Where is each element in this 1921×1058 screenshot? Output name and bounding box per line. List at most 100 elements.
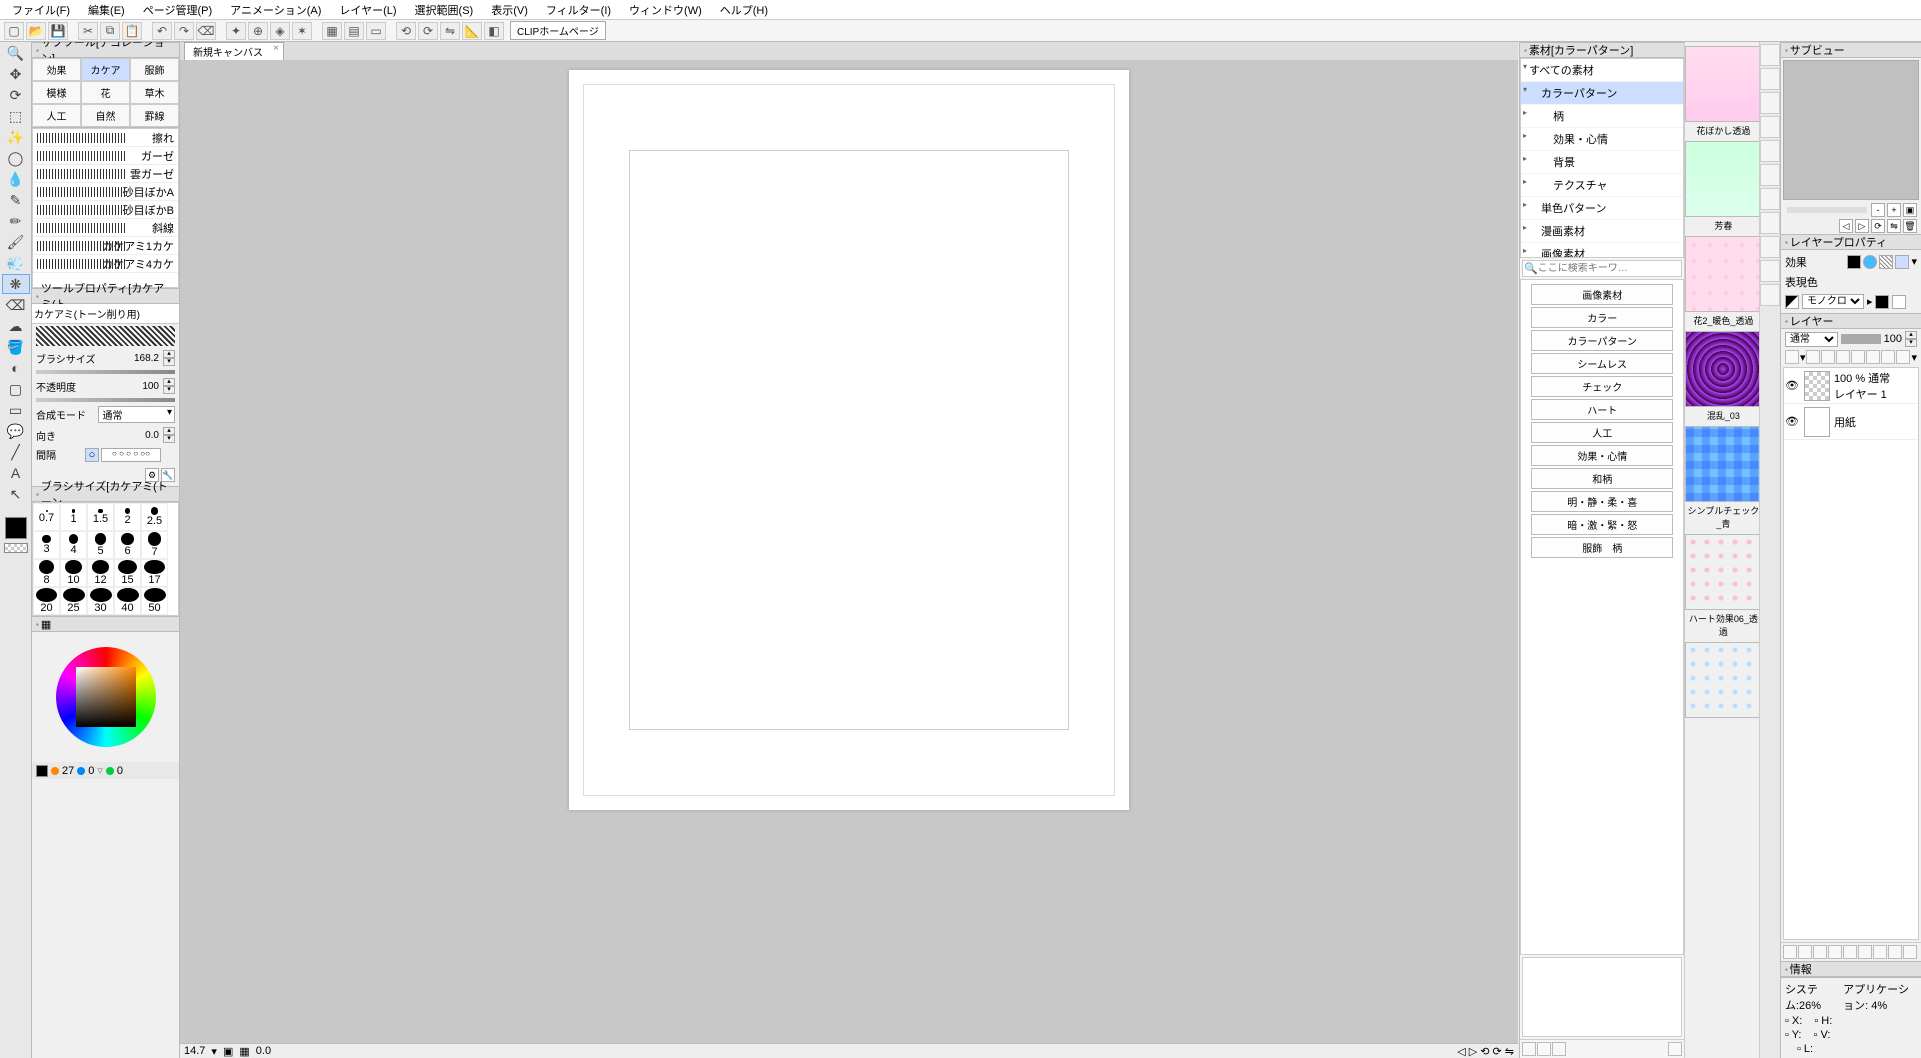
lp-tone-icon[interactable] — [1863, 255, 1877, 269]
layer-row[interactable]: 👁用紙 — [1784, 404, 1918, 440]
merge-icon[interactable] — [1843, 945, 1857, 959]
material-tag[interactable]: 服飾 柄 — [1531, 537, 1674, 558]
brushsize-cell[interactable]: 50 — [141, 587, 168, 615]
text-icon[interactable]: A — [2, 463, 30, 483]
material-tag[interactable]: 和柄 — [1531, 468, 1674, 489]
layer-visibility-icon[interactable]: 👁 — [1784, 379, 1800, 392]
lp-express-dropdown[interactable]: モノクロ — [1802, 294, 1864, 309]
material-search[interactable]: 🔍 — [1522, 260, 1682, 277]
tab-canvas[interactable]: 新規キャンバス — [184, 42, 284, 60]
layer-row[interactable]: 👁100 % 通常レイヤー 1 — [1784, 368, 1918, 404]
color-wheel[interactable] — [32, 632, 179, 762]
dir-stepper[interactable]: ▴▾ — [163, 427, 175, 443]
lasso-icon[interactable]: ◯ — [2, 148, 30, 168]
mat-del-icon[interactable] — [1760, 140, 1780, 162]
brushsize-cell[interactable]: 7 — [141, 531, 168, 559]
material-thumb[interactable]: 花2_暖色_透過 — [1685, 236, 1759, 327]
canvas-area[interactable] — [180, 60, 1518, 1043]
menu-window[interactable]: ウィンドウ(W) — [621, 0, 710, 20]
flip-icon[interactable]: ⇋ — [440, 22, 460, 40]
lock-trans-icon[interactable] — [1785, 350, 1799, 364]
menu-help[interactable]: ヘルプ(H) — [712, 0, 776, 20]
subview-rot-icon[interactable]: ⟳ — [1871, 219, 1885, 233]
wand-icon[interactable]: ✨ — [2, 127, 30, 147]
new-icon[interactable]: ▢ — [4, 22, 24, 40]
foreground-color[interactable] — [5, 517, 27, 539]
tree-item[interactable]: 単色パターン — [1521, 197, 1683, 220]
menu-page[interactable]: ページ管理(P) — [135, 0, 220, 20]
zoom-value[interactable]: 14.7 — [184, 1045, 205, 1057]
rotl-icon[interactable]: ⟲ — [396, 22, 416, 40]
tree-item[interactable]: すべての素材 — [1521, 59, 1683, 82]
transparent-color[interactable] — [4, 543, 28, 553]
menu-anim[interactable]: アニメーション(A) — [222, 0, 329, 20]
mat-folder-icon[interactable] — [1760, 116, 1780, 138]
brush-item[interactable]: 砂目ぼかB — [33, 201, 178, 219]
frame2-icon[interactable]: ▭ — [2, 400, 30, 420]
sym-icon[interactable]: ✶ — [292, 22, 312, 40]
brushsize-cell[interactable]: 12 — [87, 559, 114, 587]
subview-next-icon[interactable]: ▷ — [1855, 219, 1869, 233]
material-thumb[interactable]: 混乱_03 — [1685, 331, 1759, 422]
eyedrop-icon[interactable]: 💧 — [2, 169, 30, 189]
material-thumb[interactable]: ハート効果06_透過 — [1685, 534, 1759, 638]
subview-zoomout-icon[interactable]: - — [1871, 203, 1885, 217]
clip-icon[interactable] — [1806, 350, 1820, 364]
cut-icon[interactable]: ✂ — [78, 22, 98, 40]
material-thumbnails[interactable]: 花ぼかし透過芳春花2_暖色_透過混乱_03シンプルチェック_青ハート効果06_透… — [1684, 42, 1759, 1058]
brushsize-cell[interactable]: 40 — [114, 587, 141, 615]
lp-dropdown-icon[interactable]: ▾ — [1911, 255, 1917, 269]
menu-layer[interactable]: レイヤー(L) — [331, 0, 404, 20]
mat-view-list-icon[interactable] — [1522, 1042, 1536, 1056]
material-thumb[interactable]: シンプルチェック_青 — [1685, 426, 1759, 530]
sttab-plant[interactable]: 草木 — [130, 81, 179, 104]
material-search-input[interactable] — [1538, 263, 1681, 274]
balloon-icon[interactable]: 💬 — [2, 421, 30, 441]
blend-icon[interactable]: ☁ — [2, 316, 30, 336]
brushsize-value[interactable]: 168.2 — [119, 353, 159, 364]
material-tag[interactable]: 暗・激・緊・怒 — [1531, 514, 1674, 535]
pen-icon[interactable]: ✎ — [2, 190, 30, 210]
ruler-icon[interactable]: ⊕ — [248, 22, 268, 40]
zoom-100-icon[interactable]: ▦ — [239, 1045, 249, 1058]
ref-icon[interactable] — [1821, 350, 1835, 364]
fill-icon[interactable]: 🪣 — [2, 337, 30, 357]
zoom-fit-icon[interactable]: ▣ — [223, 1045, 233, 1058]
shape-icon[interactable]: ▢ — [2, 379, 30, 399]
deco-icon[interactable]: ❋ — [2, 274, 30, 294]
tree-item[interactable]: 漫画素材 — [1521, 220, 1683, 243]
brushsize-cell[interactable]: 25 — [60, 587, 87, 615]
rotate-icon[interactable]: ⟳ — [2, 85, 30, 105]
sttab-effect[interactable]: 効果 — [32, 58, 81, 81]
brush-item[interactable]: カケアミ1カケ — [33, 237, 178, 255]
brush-item[interactable]: カケアミ4カケ — [33, 255, 178, 273]
menu-edit[interactable]: 編集(E) — [80, 0, 133, 20]
lp-layer-icon[interactable] — [1895, 255, 1909, 269]
new-corr-icon[interactable] — [1813, 945, 1827, 959]
redo-icon[interactable]: ↷ — [174, 22, 194, 40]
lp-arrow-icon[interactable]: ▸ — [1867, 295, 1873, 308]
transfer-icon[interactable] — [1828, 945, 1842, 959]
tree-item[interactable]: 柄 — [1521, 105, 1683, 128]
material-thumb[interactable]: 芳春 — [1685, 141, 1759, 232]
layer-list[interactable]: 👁100 % 通常レイヤー 1👁用紙 — [1783, 367, 1919, 940]
menu-file[interactable]: ファイル(F) — [4, 0, 78, 20]
subview-area[interactable] — [1783, 60, 1919, 200]
brushsize-cell[interactable]: 2 — [114, 503, 141, 531]
ruler2-icon[interactable] — [1881, 350, 1895, 364]
frame-icon[interactable]: ▭ — [366, 22, 386, 40]
assist-icon[interactable]: 📐 — [462, 22, 482, 40]
layer-blend-dropdown[interactable]: 通常 — [1785, 332, 1838, 347]
brush-list[interactable]: 擦れガーゼ雲ガーゼ砂目ぼかA砂目ぼかB斜線カケアミ1カケカケアミ4カケ — [32, 128, 179, 288]
mat-menu-icon[interactable] — [1668, 1042, 1682, 1056]
mat-view-small-icon[interactable] — [1537, 1042, 1551, 1056]
material-thumb[interactable] — [1685, 642, 1759, 718]
material-tree[interactable]: すべての素材カラーパターン柄効果・心情背景テクスチャ単色パターン漫画素材画像素材… — [1520, 58, 1684, 258]
apply-mask-icon[interactable] — [1873, 945, 1887, 959]
open-icon[interactable]: 📂 — [26, 22, 46, 40]
layer-opacity-slider[interactable] — [1841, 334, 1881, 344]
material-tag[interactable]: シームレス — [1531, 353, 1674, 374]
mat-register-icon[interactable] — [1760, 68, 1780, 90]
lock-icon[interactable] — [1851, 350, 1865, 364]
subview-prev-icon[interactable]: ◁ — [1839, 219, 1853, 233]
